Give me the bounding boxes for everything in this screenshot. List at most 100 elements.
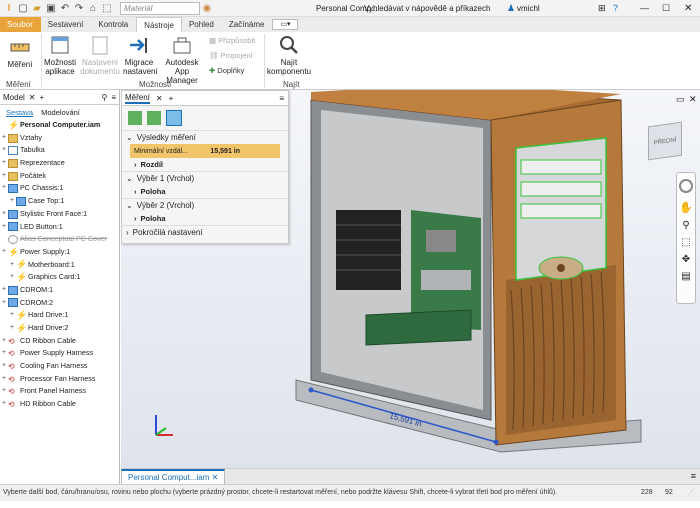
zoom-window-icon[interactable]: ⬚ <box>677 237 695 248</box>
pan-icon[interactable]: ✋ <box>677 201 695 214</box>
tab-assemble[interactable]: Sestavení <box>41 17 92 32</box>
viewcube[interactable]: PŘEDNÍ <box>648 121 682 161</box>
expand-icon[interactable]: + <box>8 309 16 322</box>
tree-item[interactable]: + ⚡ Hard Drive:1 <box>0 309 119 322</box>
tree-item[interactable]: + ⚡ Graphics Card:1 <box>0 271 119 284</box>
expand-icon[interactable]: + <box>0 246 8 259</box>
home-icon[interactable]: ⌂ <box>86 1 100 15</box>
expand-icon[interactable]: + <box>0 347 8 360</box>
measure-button[interactable]: Měření <box>6 36 34 69</box>
advanced-settings-section[interactable]: › Pokročilá nastavení <box>122 225 288 239</box>
min-distance-row[interactable]: Minimální vzdál... 15,591 in <box>130 144 280 158</box>
cart-icon[interactable]: ⊞ <box>598 3 606 14</box>
tab-view[interactable]: Pohled <box>182 17 222 32</box>
expand-icon[interactable]: + <box>8 195 16 208</box>
position2-row[interactable]: › Poloha <box>122 212 288 225</box>
expand-icon[interactable]: + <box>0 208 8 221</box>
expand-icon[interactable]: + <box>0 335 8 348</box>
close-icon[interactable]: ✕ <box>156 94 163 103</box>
tree-item[interactable]: + ⟲ Processor Fan Harness <box>0 373 119 386</box>
tree-item[interactable]: + Stylistic Front Face:1 <box>0 208 119 221</box>
select-icon[interactable]: ⬚ <box>100 1 114 15</box>
tree-item[interactable]: + ⟲ HD Ribbon Cable <box>0 398 119 411</box>
expand-icon[interactable]: + <box>8 322 16 335</box>
tree-item[interactable]: + Reprezentace <box>0 157 119 170</box>
expand-icon[interactable]: + <box>0 221 8 234</box>
open-folder-icon[interactable]: ▰ <box>30 1 44 15</box>
add-tab-icon[interactable]: + <box>169 94 174 103</box>
expand-icon[interactable]: + <box>0 144 8 157</box>
user-name[interactable]: vmichl <box>517 4 540 13</box>
document-tab[interactable]: Personal Comput...iam ✕ <box>121 469 226 485</box>
group-measure-label[interactable]: Měření <box>6 80 31 89</box>
viewport-close-icon[interactable]: ✕ <box>689 94 697 105</box>
expand-icon[interactable]: + <box>0 297 8 310</box>
zoom-icon[interactable]: ⚲ <box>677 220 695 231</box>
tree-item[interactable]: + ⟲ CD Ribbon Cable <box>0 335 119 348</box>
expand-icon[interactable]: + <box>0 385 8 398</box>
orbit-icon[interactable]: ✥ <box>677 254 695 265</box>
appearance-icon[interactable]: ◉ <box>200 1 214 15</box>
tree-item[interactable]: + ⟲ Power Supply Harness <box>0 347 119 360</box>
expand-icon[interactable]: + <box>0 284 8 297</box>
tree-item[interactable]: Alias Conceptual PC Cover <box>0 233 119 246</box>
links-button[interactable]: ⛓ Propojení <box>209 51 253 60</box>
tree-item[interactable]: + Vztahy <box>0 132 119 145</box>
tree-item[interactable]: ⚡ Personal Computer.iam <box>0 119 119 132</box>
tab-assembly[interactable]: Sestava <box>6 108 33 117</box>
user-icon[interactable]: ♟ <box>507 3 515 14</box>
tab-inspect[interactable]: Kontrola <box>91 17 136 32</box>
save-icon[interactable]: ▣ <box>44 1 58 15</box>
document-settings-button[interactable]: Nastavení dokumentu <box>80 34 120 76</box>
measure-angle-icon[interactable] <box>147 111 161 125</box>
results-section[interactable]: ⌄ Výsledky měření <box>122 130 288 144</box>
tree-item[interactable]: + CDROM:2 <box>0 297 119 310</box>
menu-icon[interactable]: ≡ <box>111 93 116 102</box>
tab-get-started[interactable]: Začínáme <box>222 17 273 32</box>
minimize-button[interactable]: — <box>640 3 649 13</box>
expand-icon[interactable]: + <box>0 398 8 411</box>
tree-item[interactable]: + ⟲ Cooling Fan Harness <box>0 360 119 373</box>
app-options-button[interactable]: Možnosti aplikace <box>43 34 77 76</box>
tree-item[interactable]: + CDROM:1 <box>0 284 119 297</box>
ribbon-toggle-button[interactable]: ▭▾ <box>272 19 299 30</box>
tree-item[interactable]: + LED Button:1 <box>0 221 119 234</box>
tab-model[interactable]: Model <box>3 93 25 102</box>
new-file-icon[interactable]: ▢ <box>16 1 30 15</box>
expand-icon[interactable]: + <box>8 259 16 272</box>
help-icon[interactable]: ? <box>613 3 618 13</box>
tree-item[interactable]: + ⚡ Motherboard:1 <box>0 259 119 272</box>
steering-wheel-icon[interactable] <box>679 179 693 193</box>
tab-menu-icon[interactable]: ≡ <box>691 471 696 481</box>
measure-panel-tab[interactable]: Měření <box>125 93 150 104</box>
close-icon[interactable]: ✕ <box>212 473 219 482</box>
material-dropdown[interactable]: Materiál <box>120 1 200 15</box>
position1-row[interactable]: › Poloha <box>122 185 288 198</box>
migrate-settings-button[interactable]: Migrace nastavení <box>123 34 158 76</box>
expand-icon[interactable]: + <box>0 157 8 170</box>
maximize-button[interactable]: ☐ <box>662 3 670 14</box>
selection1-section[interactable]: ⌄ Výběr 1 (Vrchol) <box>122 171 288 185</box>
tree-item[interactable]: + Case Top:1 <box>0 195 119 208</box>
tree-item[interactable]: + Tabulka <box>0 144 119 157</box>
difference-row[interactable]: › Rozdíl <box>122 158 288 171</box>
expand-icon[interactable]: + <box>0 182 8 195</box>
close-icon[interactable]: ✕ <box>29 93 36 102</box>
inventor-logo-icon[interactable]: I <box>2 1 16 15</box>
tab-file[interactable]: Soubor <box>0 17 41 32</box>
tree-item[interactable]: + ⟲ Front Panel Harness <box>0 385 119 398</box>
expand-icon[interactable]: + <box>0 360 8 373</box>
search-help-field[interactable]: Vyhledávat v nápovědě a příkazech <box>364 4 504 13</box>
viewport-options-icon[interactable]: ▭ <box>676 94 685 105</box>
menu-icon[interactable]: ≡ <box>279 94 284 103</box>
find-component-button[interactable]: Najít komponentu <box>267 34 311 76</box>
measure-distance-icon[interactable] <box>128 111 142 125</box>
redo-icon[interactable]: ↷ <box>72 1 86 15</box>
expand-icon[interactable]: + <box>0 132 8 145</box>
addins-button[interactable]: ✚ Doplňky <box>209 66 244 75</box>
add-tab-icon[interactable]: + <box>40 93 45 102</box>
close-button[interactable]: ✕ <box>684 3 692 14</box>
expand-icon[interactable]: + <box>0 373 8 386</box>
app-manager-button[interactable]: Autodesk App Manager <box>158 34 206 85</box>
undo-icon[interactable]: ↶ <box>58 1 72 15</box>
